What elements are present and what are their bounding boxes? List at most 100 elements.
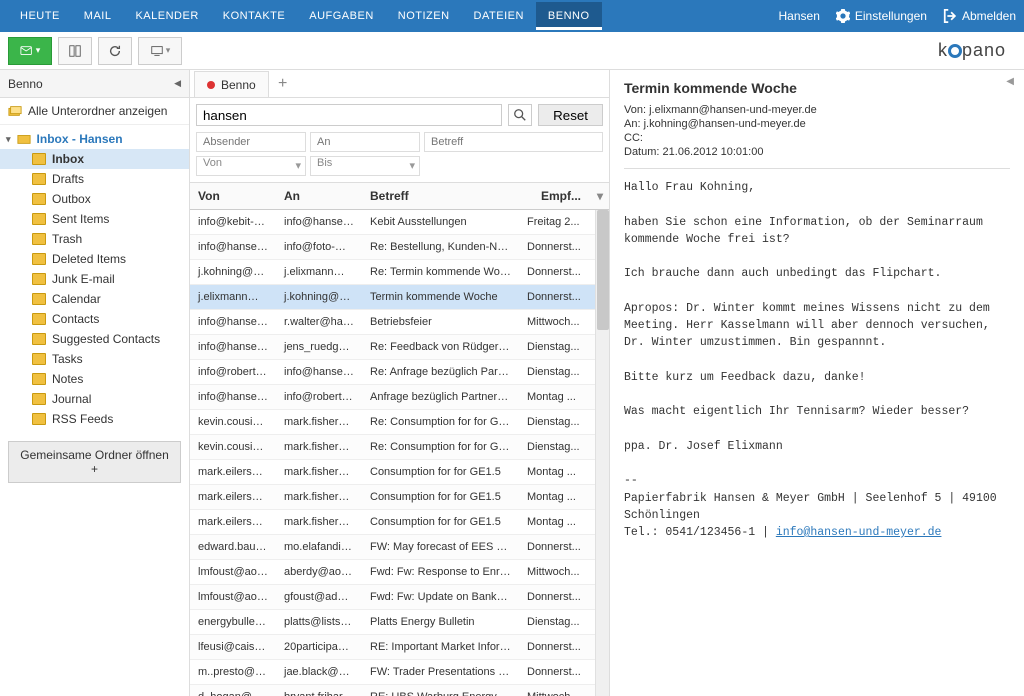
cell-date: Dienstag...	[519, 335, 595, 359]
table-row[interactable]: kevin.cousine...mark.fisher@e...Re: Cons…	[190, 435, 595, 460]
chevron-left-icon[interactable]: ◀	[1006, 76, 1014, 87]
add-tab-button[interactable]: +	[271, 71, 295, 97]
grid-body[interactable]: info@kebit-au...info@hansen-...Kebit Aus…	[190, 210, 595, 696]
cell-betreff: Platts Energy Bulletin	[362, 610, 519, 634]
toolbar-button-3[interactable]: ▾	[138, 37, 182, 65]
cell-date: Montag ...	[519, 510, 595, 534]
search-button[interactable]	[508, 104, 532, 126]
preview-subject: Termin kommende Woche	[624, 80, 1010, 96]
compose-button[interactable]: ▾	[8, 37, 52, 65]
folder-drafts[interactable]: Drafts	[0, 169, 189, 189]
tree-root[interactable]: ▾ Inbox - Hansen	[0, 129, 189, 149]
gear-icon	[836, 9, 850, 23]
nav-item-notizen[interactable]: NOTIZEN	[386, 2, 462, 30]
folder-contacts[interactable]: Contacts	[0, 309, 189, 329]
table-row[interactable]: kevin.cousine...mark.fisher@e...Re: Cons…	[190, 410, 595, 435]
table-row[interactable]: mark.eilers@e...mark.fisher@e...Consumpt…	[190, 510, 595, 535]
table-row[interactable]: info@hansen-...jens_ruedger...Re: Feedba…	[190, 335, 595, 360]
cell-date: Donnerst...	[519, 285, 595, 309]
table-row[interactable]: edward.baugh...mo.elafandi@...FW: May fo…	[190, 535, 595, 560]
nav-item-heute[interactable]: HEUTE	[8, 2, 72, 30]
pencil-icon	[32, 173, 46, 185]
cell-von: mark.eilers@e...	[190, 460, 276, 484]
refresh-icon	[108, 44, 122, 58]
filter-an[interactable]	[310, 132, 420, 152]
col-an[interactable]: An	[276, 183, 362, 209]
table-row[interactable]: info@robert-dr...info@hansen-...Re: Anfr…	[190, 360, 595, 385]
nav-item-kalender[interactable]: KALENDER	[123, 2, 210, 30]
settings-link[interactable]: Einstellungen	[836, 9, 927, 23]
table-row[interactable]: j.kohning@ha...j.elixmann@h...Re: Termin…	[190, 260, 595, 285]
folder-outbox[interactable]: Outbox	[0, 189, 189, 209]
filter-absender[interactable]	[196, 132, 306, 152]
col-empf[interactable]: Empf...	[533, 183, 609, 209]
search-input[interactable]	[196, 104, 502, 126]
scrollbar[interactable]	[595, 210, 609, 696]
table-row[interactable]: j.elixmann@h...j.kohning@ha...Termin kom…	[190, 285, 595, 310]
table-row[interactable]: energybulletin...platts@listser...Platts…	[190, 610, 595, 635]
table-row[interactable]: info@kebit-au...info@hansen-...Kebit Aus…	[190, 210, 595, 235]
search-row: Reset	[190, 98, 609, 132]
table-row[interactable]: lmfoust@aol.c...gfoust@adelp...Fwd: Fw: …	[190, 585, 595, 610]
rss-icon	[32, 413, 46, 425]
cell-betreff: Consumption for for GE1.5	[362, 460, 519, 484]
col-von[interactable]: Von	[190, 183, 276, 209]
toolbar-button-1[interactable]	[58, 37, 92, 65]
folder-label: Tasks	[52, 352, 83, 366]
cell-an: r.walter@hans...	[276, 310, 362, 334]
folder-trash[interactable]: Trash	[0, 229, 189, 249]
date-to-select[interactable]: Bis	[310, 156, 420, 176]
col-betreff[interactable]: Betreff	[362, 183, 533, 209]
folder-suggested-contacts[interactable]: Suggested Contacts	[0, 329, 189, 349]
sidebar-header: Benno ◀	[0, 70, 189, 98]
calendar-icon	[32, 293, 46, 305]
folder-journal[interactable]: Journal	[0, 389, 189, 409]
table-row[interactable]: m..presto@en...jae.black@enr...FW: Trade…	[190, 660, 595, 685]
folder-junk-e-mail[interactable]: Junk E-mail	[0, 269, 189, 289]
logout-link[interactable]: Abmelden	[943, 9, 1016, 23]
folder-calendar[interactable]: Calendar	[0, 289, 189, 309]
folder-sent-items[interactable]: Sent Items	[0, 209, 189, 229]
table-row[interactable]: d..hogan@enr...bryant.frihart...RE: UBS …	[190, 685, 595, 696]
nav-item-mail[interactable]: MAIL	[72, 2, 124, 30]
nav-item-aufgaben[interactable]: AUFGABEN	[297, 2, 386, 30]
cell-an: mark.fisher@e...	[276, 460, 362, 484]
table-row[interactable]: lfeusi@caiso...20participants...RE: Impo…	[190, 635, 595, 660]
nav-item-benno[interactable]: BENNO	[536, 2, 602, 30]
filter-betreff[interactable]	[424, 132, 603, 152]
table-row[interactable]: lmfoust@aol.c...aberdy@aol.c...Fwd: Fw: …	[190, 560, 595, 585]
cell-date: Montag ...	[519, 385, 595, 409]
nav-item-dateien[interactable]: DATEIEN	[462, 2, 536, 30]
folder-tasks[interactable]: Tasks	[0, 349, 189, 369]
signature-email-link[interactable]: info@hansen-und-meyer.de	[776, 526, 942, 539]
cell-an: j.kohning@ha...	[276, 285, 362, 309]
cell-von: m..presto@en...	[190, 660, 276, 684]
folder-rss-feeds[interactable]: RSS Feeds	[0, 409, 189, 429]
folder-inbox[interactable]: Inbox	[0, 149, 189, 169]
table-row[interactable]: mark.eilers@e...mark.fisher@e...Consumpt…	[190, 485, 595, 510]
cell-an: jens_ruedger...	[276, 335, 362, 359]
open-shared-folders-button[interactable]: Gemeinsame Ordner öffnen +	[8, 441, 181, 483]
tab-benno[interactable]: Benno	[194, 71, 269, 97]
cell-von: energybulletin...	[190, 610, 276, 634]
cell-date: Mittwoch...	[519, 685, 595, 696]
preview-body: Hallo Frau Kohning, haben Sie schon eine…	[624, 179, 1010, 541]
cell-von: kevin.cousine...	[190, 410, 276, 434]
folder-deleted-items[interactable]: Deleted Items	[0, 249, 189, 269]
reset-button[interactable]: Reset	[538, 104, 603, 126]
table-row[interactable]: info@hansen-...info@robert-dr...Anfrage …	[190, 385, 595, 410]
show-all-subfolders[interactable]: Alle Unterordner anzeigen	[0, 98, 189, 125]
table-row[interactable]: mark.eilers@e...mark.fisher@e...Consumpt…	[190, 460, 595, 485]
cell-von: mark.eilers@e...	[190, 510, 276, 534]
table-row[interactable]: info@hansen-...info@foto-man...Re: Beste…	[190, 235, 595, 260]
logout-label: Abmelden	[962, 9, 1016, 23]
user-name[interactable]: Hansen	[779, 9, 820, 23]
refresh-button[interactable]	[98, 37, 132, 65]
table-row[interactable]: info@hansen-...r.walter@hans...Betriebsf…	[190, 310, 595, 335]
scrollbar-thumb[interactable]	[597, 210, 609, 330]
nav-item-kontakte[interactable]: KONTAKTE	[211, 2, 297, 30]
folder-notes[interactable]: Notes	[0, 369, 189, 389]
chevron-left-icon[interactable]: ◀	[174, 78, 181, 89]
date-from-select[interactable]: Von	[196, 156, 306, 176]
cell-von: lmfoust@aol.c...	[190, 560, 276, 584]
